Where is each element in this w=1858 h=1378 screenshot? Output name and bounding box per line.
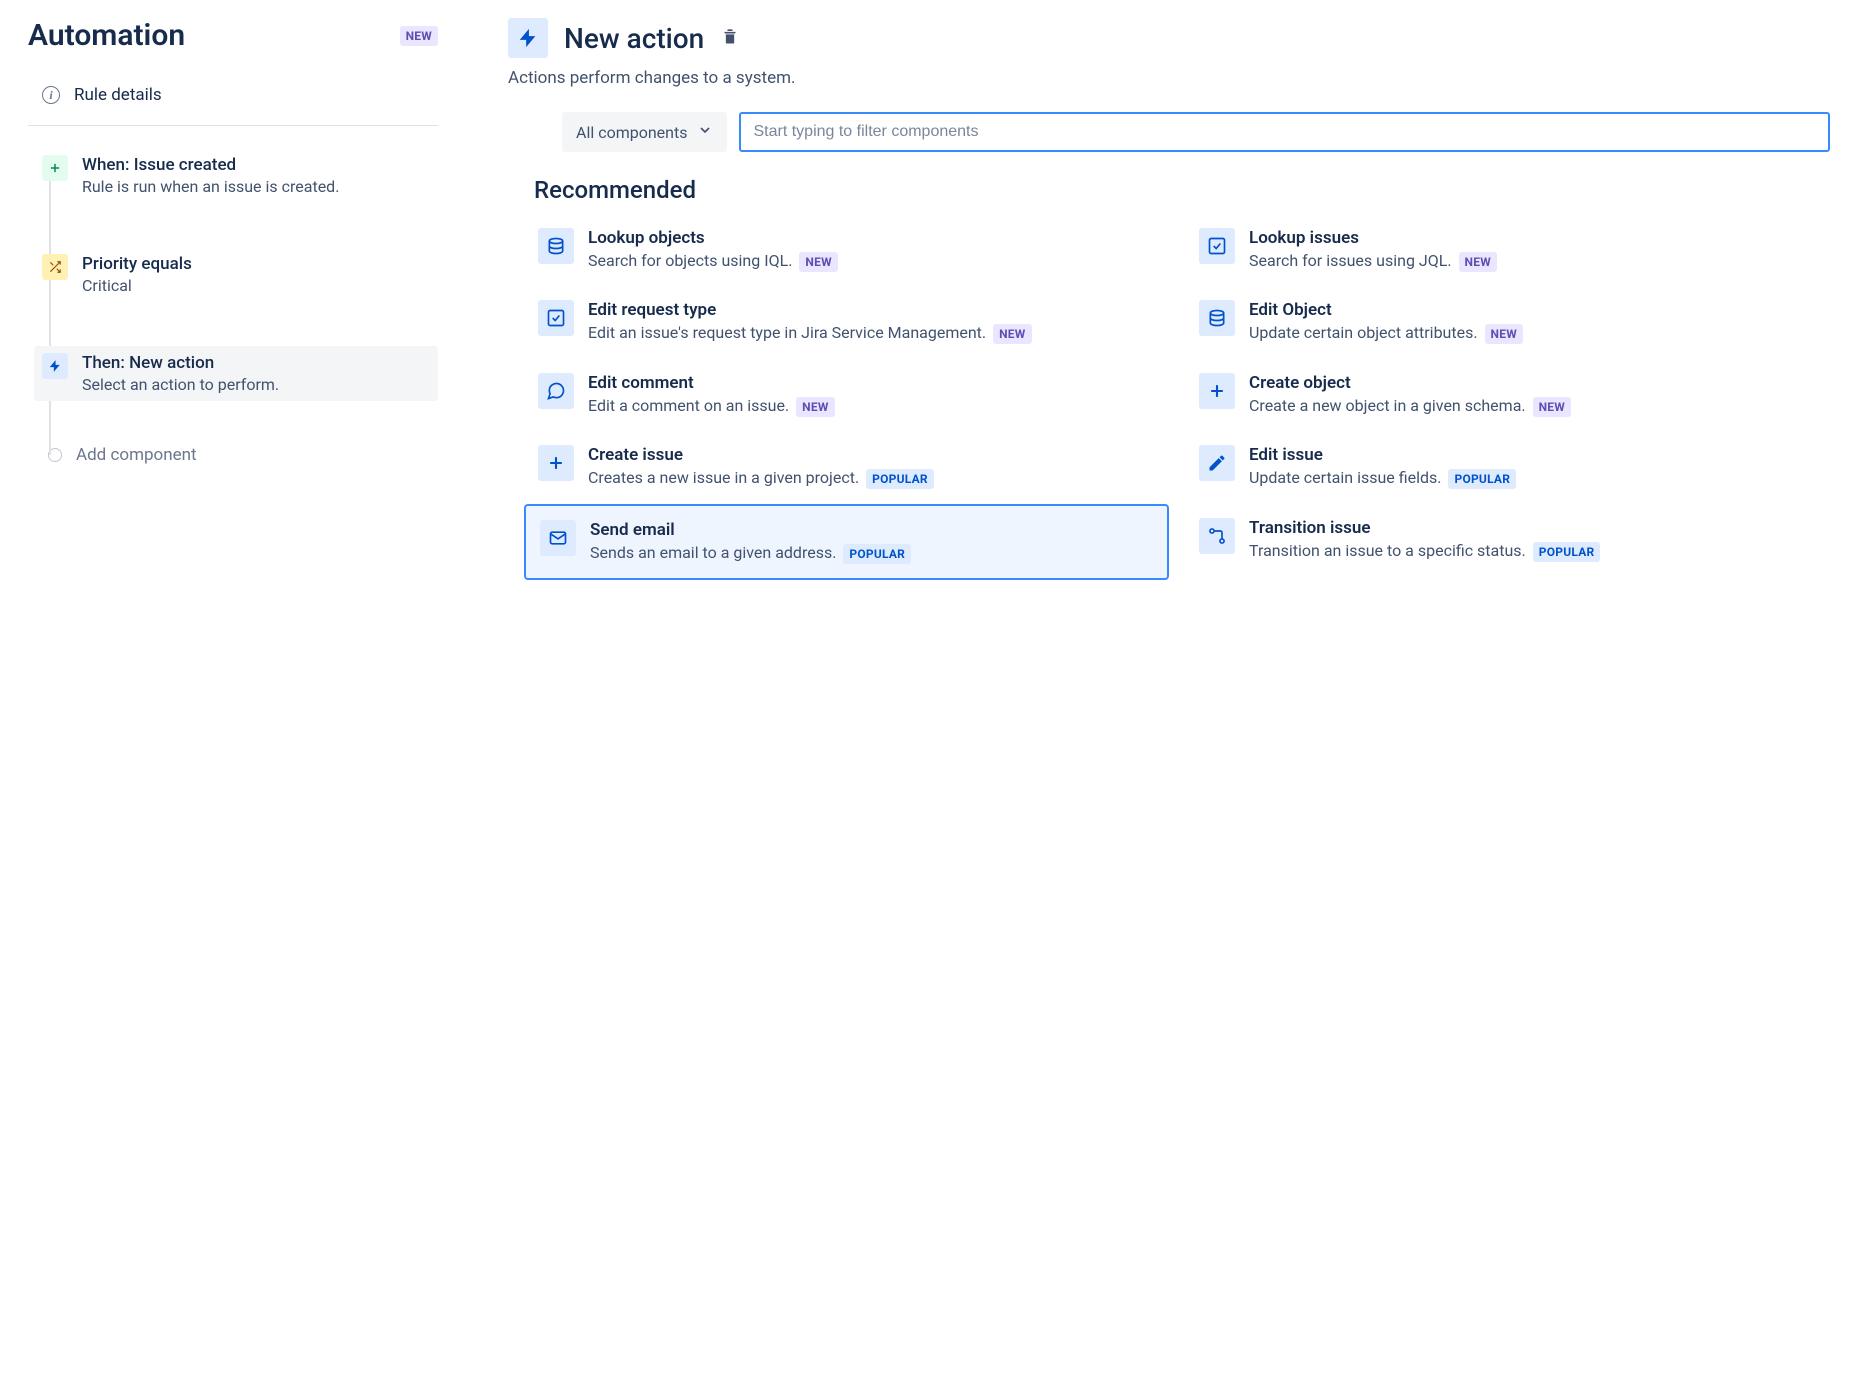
action-badge: POPULAR xyxy=(1448,469,1516,489)
lightning-icon xyxy=(508,18,548,58)
action-badge: POPULAR xyxy=(843,544,911,564)
timeline-line xyxy=(49,174,51,455)
page-title: Automation xyxy=(28,18,185,53)
action-card-title: Edit request type xyxy=(588,300,1032,320)
main-title: New action xyxy=(564,22,704,55)
checkbox-icon xyxy=(538,300,574,336)
action-card[interactable]: Transition issue Transition an issue to … xyxy=(1185,504,1830,580)
database-icon xyxy=(1199,300,1235,336)
action-card-desc: Creates a new issue in a given project. … xyxy=(588,467,934,489)
action-card[interactable]: Create object Create a new object in a g… xyxy=(1185,359,1830,431)
action-desc: Select an action to perform. xyxy=(82,375,430,394)
action-step[interactable]: Then: New action Select an action to per… xyxy=(34,346,438,401)
plus-icon xyxy=(538,445,574,481)
action-card[interactable]: Create issue Creates a new issue in a gi… xyxy=(524,431,1169,503)
transition-icon xyxy=(1199,518,1235,554)
pencil-icon xyxy=(1199,445,1235,481)
action-card-desc: Edit a comment on an issue. NEW xyxy=(588,395,835,417)
condition-title: Priority equals xyxy=(82,254,430,274)
action-badge: POPULAR xyxy=(1533,542,1601,562)
components-dropdown[interactable]: All components xyxy=(562,112,727,152)
section-title: Recommended xyxy=(534,176,1830,204)
action-card[interactable]: Lookup issues Search for issues using JQ… xyxy=(1185,214,1830,286)
trigger-desc: Rule is run when an issue is created. xyxy=(82,177,430,196)
action-card[interactable]: Edit Object Update certain object attrib… xyxy=(1185,286,1830,358)
action-badge: NEW xyxy=(993,324,1031,344)
action-card-desc: Create a new object in a given schema. N… xyxy=(1249,395,1571,417)
action-card-title: Send email xyxy=(590,520,911,540)
action-badge: NEW xyxy=(1533,397,1571,417)
add-component-label: Add component xyxy=(76,445,197,465)
condition-step[interactable]: Priority equals Critical xyxy=(34,247,438,302)
action-badge: NEW xyxy=(1485,324,1523,344)
action-badge: NEW xyxy=(796,397,834,417)
trigger-title: When: Issue created xyxy=(82,155,430,175)
action-card[interactable]: Edit comment Edit a comment on an issue.… xyxy=(524,359,1169,431)
trash-icon xyxy=(720,26,740,46)
action-badge: NEW xyxy=(1459,252,1497,272)
action-badge: POPULAR xyxy=(866,469,934,489)
action-title: Then: New action xyxy=(82,353,430,373)
action-card-title: Edit comment xyxy=(588,373,835,393)
action-card[interactable]: Send email Sends an email to a given add… xyxy=(524,504,1169,580)
main-subtitle: Actions perform changes to a system. xyxy=(508,68,1830,88)
action-card-title: Lookup objects xyxy=(588,228,838,248)
action-card-desc: Update certain issue fields. POPULAR xyxy=(1249,467,1516,489)
delete-button[interactable] xyxy=(720,26,740,50)
lightning-icon xyxy=(42,353,68,379)
action-card-desc: Search for objects using IQL. NEW xyxy=(588,250,838,272)
condition-desc: Critical xyxy=(82,276,430,295)
action-card-desc: Transition an issue to a specific status… xyxy=(1249,540,1600,562)
action-card-title: Transition issue xyxy=(1249,518,1600,538)
rule-details-label: Rule details xyxy=(74,85,162,105)
action-card-title: Edit issue xyxy=(1249,445,1516,465)
search-input[interactable] xyxy=(739,112,1830,152)
action-card-desc: Edit an issue's request type in Jira Ser… xyxy=(588,322,1032,344)
plus-icon xyxy=(42,155,68,181)
rule-details-item[interactable]: i Rule details xyxy=(28,81,438,126)
action-card[interactable]: Edit issue Update certain issue fields. … xyxy=(1185,431,1830,503)
database-icon xyxy=(538,228,574,264)
dropdown-label: All components xyxy=(576,123,687,142)
action-card[interactable]: Lookup objects Search for objects using … xyxy=(524,214,1169,286)
info-icon: i xyxy=(42,86,60,104)
action-card-desc: Sends an email to a given address. POPUL… xyxy=(590,542,911,564)
action-card-title: Edit Object xyxy=(1249,300,1523,320)
action-badge: NEW xyxy=(799,252,837,272)
action-card-desc: Search for issues using JQL. NEW xyxy=(1249,250,1497,272)
action-card-title: Lookup issues xyxy=(1249,228,1497,248)
action-card-title: Create object xyxy=(1249,373,1571,393)
add-component-button[interactable]: Add component xyxy=(34,445,438,465)
comment-icon xyxy=(538,373,574,409)
action-card-title: Create issue xyxy=(588,445,934,465)
mail-icon xyxy=(540,520,576,556)
shuffle-icon xyxy=(42,254,68,280)
action-card[interactable]: Edit request type Edit an issue's reques… xyxy=(524,286,1169,358)
chevron-down-icon xyxy=(697,122,713,142)
checkbox-icon xyxy=(1199,228,1235,264)
new-badge: NEW xyxy=(400,26,438,46)
trigger-step[interactable]: When: Issue created Rule is run when an … xyxy=(34,148,438,203)
action-card-desc: Update certain object attributes. NEW xyxy=(1249,322,1523,344)
plus-icon xyxy=(1199,373,1235,409)
